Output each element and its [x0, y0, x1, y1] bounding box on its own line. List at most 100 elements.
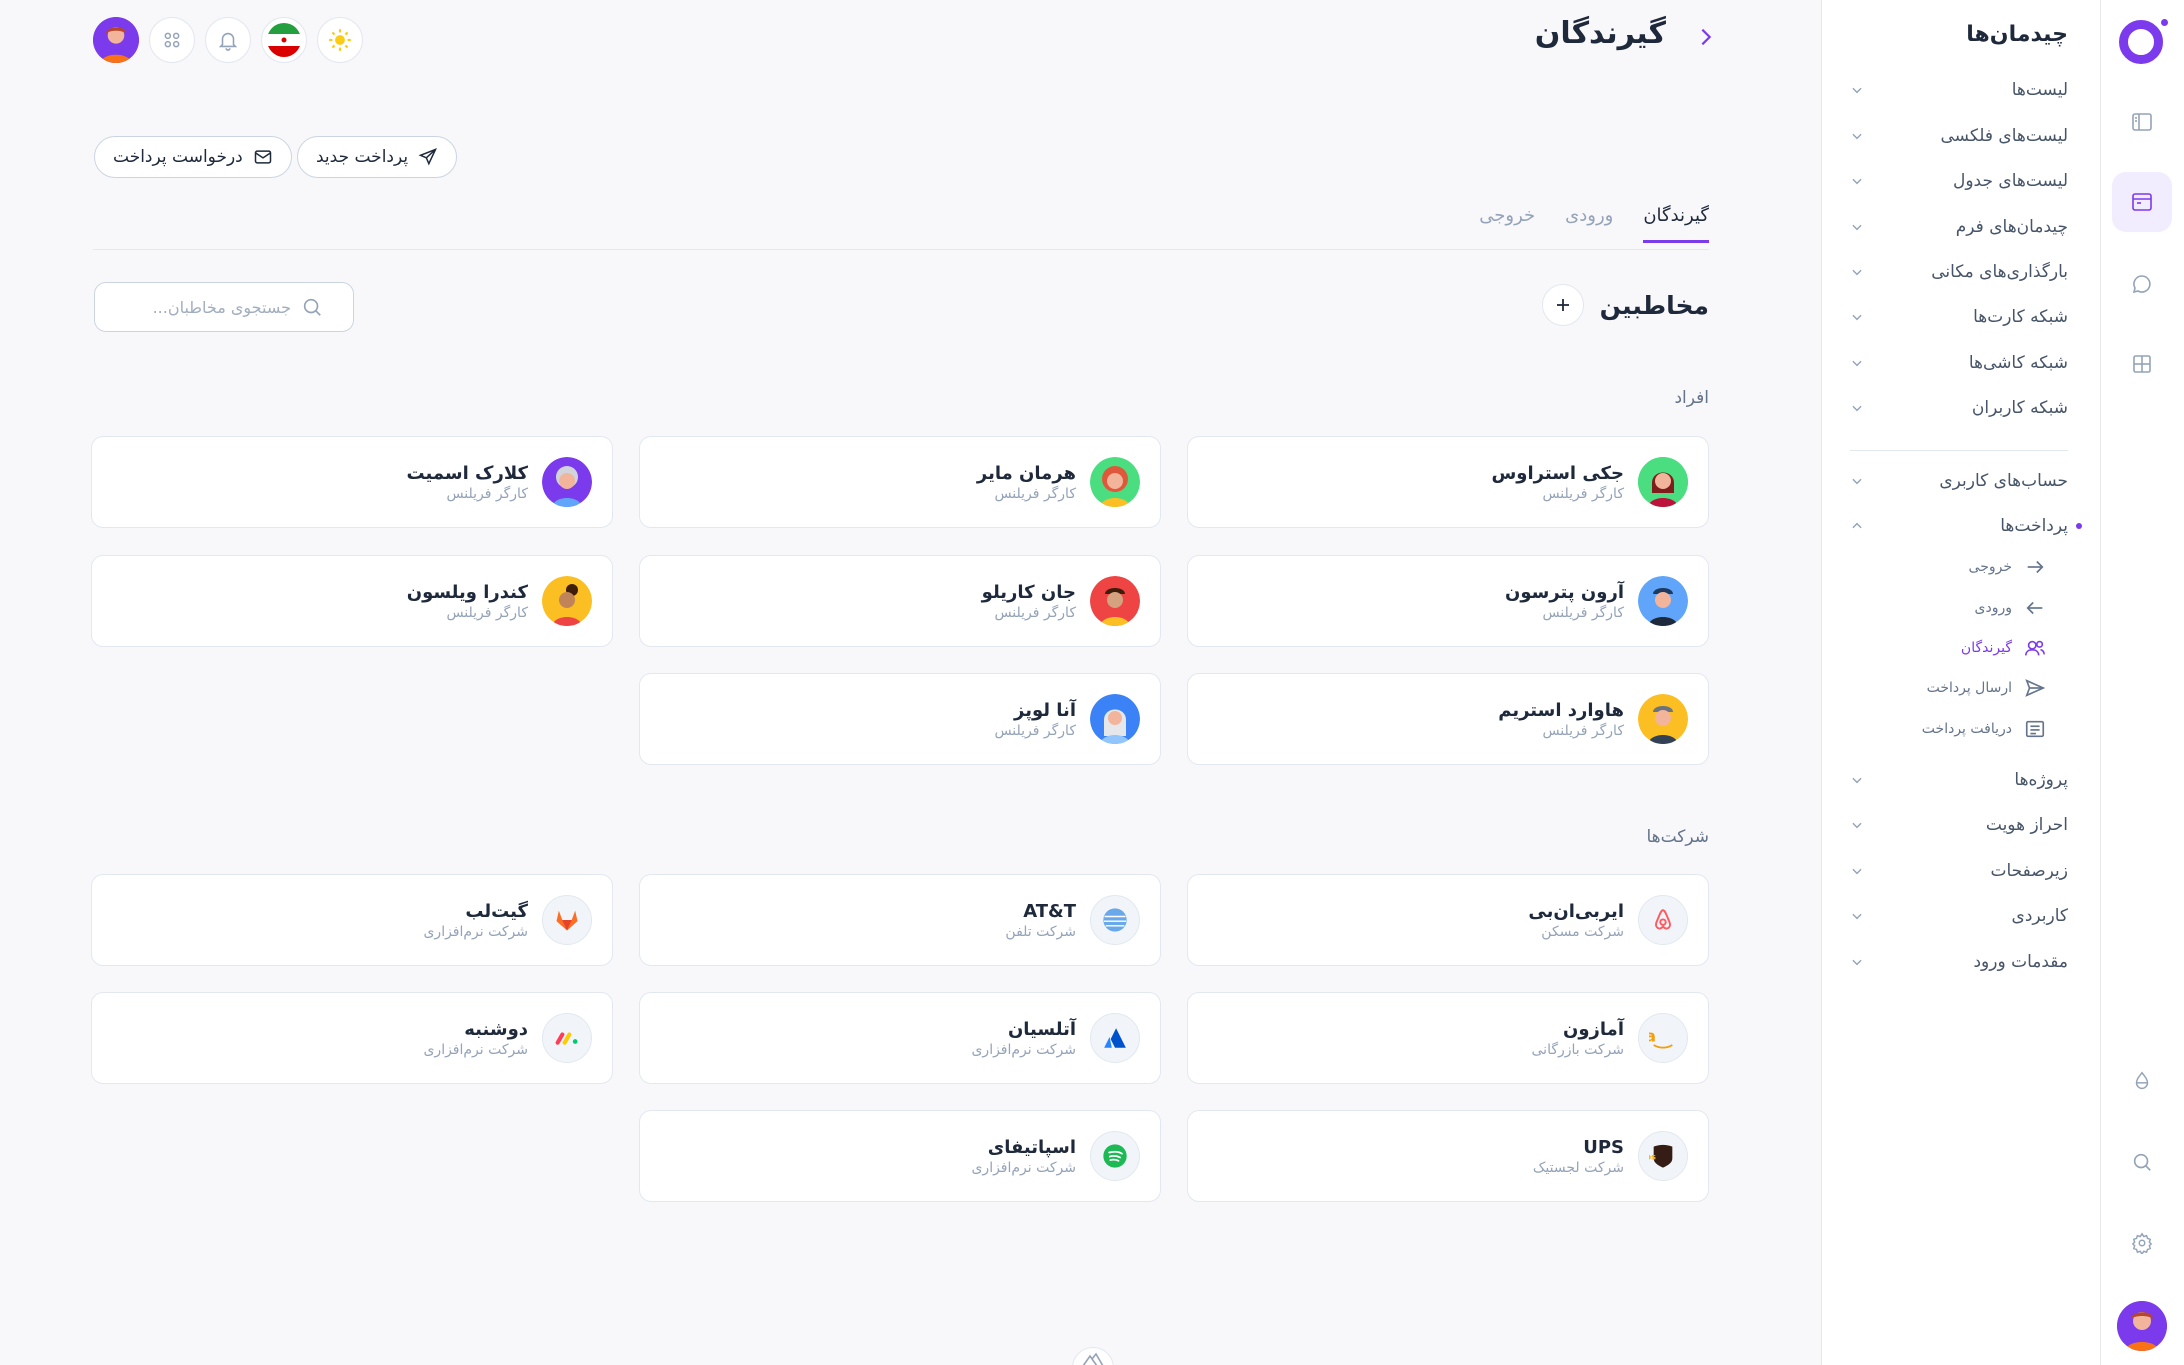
atlassian-logo-icon: [1104, 1028, 1126, 1048]
spotify-logo-icon: [1103, 1144, 1127, 1168]
sidebar-item-projects[interactable]: پروژه‌ها: [1850, 764, 2068, 796]
company-name: اسپاتیفای: [987, 1136, 1076, 1158]
contact-name: کندرا ویلسون: [406, 581, 528, 603]
users-icon: [2025, 640, 2045, 656]
sidebar-item-label: پرداخت‌ها: [2000, 516, 2068, 536]
contact-card[interactable]: هاوارد استریم کارگر فریلنس: [1187, 673, 1709, 765]
tab-incoming[interactable]: ورودی: [1565, 205, 1613, 243]
companies-section-label: شرکت‌ها: [1646, 827, 1709, 847]
rail-theme-button[interactable]: [2112, 1051, 2172, 1111]
chevron-down-icon: [1852, 777, 1862, 784]
sidebar-sub-label: گیرندگان: [1960, 640, 2012, 656]
rail-chat-button[interactable]: [2112, 254, 2172, 314]
company-card[interactable]: ایربی‌ان‌بی شرکت مسکن: [1187, 874, 1709, 966]
company-name: دوشنبه: [464, 1018, 528, 1040]
apps-button[interactable]: [149, 17, 195, 63]
sidebar-item-accounts[interactable]: حساب‌های کاربری: [1850, 465, 2068, 497]
company-card[interactable]: دوشنبه شرکت نرم‌افزاری: [91, 992, 613, 1084]
sidebar-item-flex-lists[interactable]: لیست‌های فلکسی: [1850, 120, 2068, 152]
sidebar-item-payments[interactable]: پرداخت‌ها: [1850, 510, 2068, 542]
contact-card[interactable]: آنا لوپز کارگر فریلنس: [639, 673, 1161, 765]
contact-card[interactable]: جکی استراوس کارگر فریلنس: [1187, 436, 1709, 528]
mountains-icon: [1082, 1352, 1104, 1365]
bell-icon: [218, 32, 238, 51]
gitlab-logo-icon: [556, 910, 578, 931]
contact-card[interactable]: کلارک اسمیت کارگر فریلنس: [91, 436, 613, 528]
app-logo[interactable]: [2119, 20, 2163, 64]
company-card[interactable]: a آمازون شرکت بازرگانی: [1187, 992, 1709, 1084]
gear-icon: [2131, 1232, 2153, 1254]
notifications-button[interactable]: [205, 17, 251, 63]
search-icon: [303, 298, 321, 316]
contact-name: آنا لوپز: [1014, 699, 1076, 721]
sidebar-sub-send-payment[interactable]: ارسال پرداخت: [1927, 674, 2046, 702]
sidebar-item-auth[interactable]: احراز هویت: [1850, 809, 2068, 841]
company-name: AT&T: [1023, 900, 1076, 922]
sidebar-title: چیدمان‌ها: [1966, 22, 2068, 47]
company-card[interactable]: آتلسیان شرکت نرم‌افزاری: [639, 992, 1161, 1084]
rail-search-button[interactable]: [2112, 1132, 2172, 1192]
chevron-down-icon: [1852, 360, 1862, 367]
sidebar-sub-recipients[interactable]: گیرندگان: [1961, 634, 2046, 662]
sidebar-item-table-lists[interactable]: لیست‌های جدول: [1850, 165, 2068, 197]
company-card[interactable]: اسپاتیفای شرکت نرم‌افزاری: [639, 1110, 1161, 1202]
chevron-left-icon[interactable]: [1695, 26, 1717, 48]
airbnb-logo-icon: [1655, 909, 1671, 930]
avatar: [1090, 1131, 1140, 1181]
contact-card[interactable]: آرون پترسون کارگر فریلنس: [1187, 555, 1709, 647]
tabs: گیرندگان ورودی خروجی: [1479, 205, 1709, 243]
user-avatar[interactable]: [2117, 1301, 2167, 1351]
contact-name: جان کاریلو: [981, 581, 1076, 603]
sidebar-item-label: پروژه‌ها: [2014, 770, 2068, 790]
svg-text:a: a: [1649, 1027, 1656, 1046]
sidebar-item-label: مقدمات ورود: [1973, 952, 2068, 972]
icon-rail: [2100, 0, 2184, 1365]
company-card[interactable]: گیت‌لب شرکت نرم‌افزاری: [91, 874, 613, 966]
rail-grid-button[interactable]: [2112, 334, 2172, 394]
add-contact-button[interactable]: [1541, 284, 1584, 326]
sidebar-item-tile-grid[interactable]: شبکه کاشی‌ها: [1850, 347, 2068, 379]
tab-outgoing[interactable]: خروجی: [1479, 205, 1535, 243]
new-payment-button[interactable]: پرداخت جدید: [297, 136, 458, 178]
tab-recipients[interactable]: گیرندگان: [1643, 205, 1709, 243]
avatar: [1638, 694, 1688, 744]
sidebar-item-subpages[interactable]: زیرصفحات: [1850, 855, 2068, 887]
contact-card[interactable]: هرمان مایر کارگر فریلنس: [639, 436, 1161, 528]
sidebar-item-lists[interactable]: لیست‌ها: [1850, 74, 2068, 106]
sidebar-item-user-grid[interactable]: شبکه کاربران: [1850, 392, 2068, 424]
contact-card[interactable]: جان کاریلو کارگر فریلنس: [639, 555, 1161, 647]
contact-card[interactable]: کندرا ویلسون کارگر فریلنس: [91, 555, 613, 647]
avatar: [542, 1013, 592, 1063]
sidebar-sub-receive-payment[interactable]: دریافت پرداخت: [1922, 715, 2046, 743]
sidebar-sub-outgoing[interactable]: خروجی: [1969, 553, 2046, 581]
sidebar-item-utility[interactable]: کاربردی: [1850, 900, 2068, 932]
people-section-label: افراد: [1674, 388, 1709, 408]
logo-dot: [2158, 16, 2171, 29]
new-payment-label: پرداخت جدید: [316, 147, 409, 167]
company-name: گیت‌لب: [465, 900, 528, 922]
sidebar-item-card-grid[interactable]: شبکه کارت‌ها: [1850, 301, 2068, 333]
theme-toggle-button[interactable]: [317, 17, 363, 63]
rail-settings-button[interactable]: [2112, 1213, 2172, 1273]
sidebar-sub-label: ورودی: [1974, 600, 2012, 616]
sidebar-sub-incoming[interactable]: ورودی: [1975, 594, 2046, 622]
sidebar-item-label: لیست‌ها: [2011, 80, 2068, 100]
ups-logo-icon: ups: [1649, 1144, 1673, 1168]
sidebar-sub-label: دریافت پرداخت: [1921, 721, 2012, 737]
request-payment-button[interactable]: درخواست پرداخت: [94, 136, 292, 178]
rail-layout-button[interactable]: [2112, 92, 2172, 152]
bottom-panel-toggle[interactable]: [1072, 1347, 1114, 1365]
company-card[interactable]: ups UPS شرکت لجستیک: [1187, 1110, 1709, 1202]
avatar: [542, 457, 592, 507]
sidebar-item-placeholders[interactable]: بارگذاری‌های مکانی: [1850, 256, 2068, 288]
header-avatar[interactable]: [93, 17, 139, 63]
avatar: [1090, 457, 1140, 507]
search-input[interactable]: [111, 297, 291, 317]
sidebar-item-form-layouts[interactable]: چیدمان‌های فرم: [1850, 211, 2068, 243]
chevron-up-icon: [1852, 522, 1862, 529]
company-card[interactable]: AT&T شرکت تلفن: [639, 874, 1161, 966]
sidebar-item-onboarding[interactable]: مقدمات ورود: [1850, 946, 2068, 978]
contact-name: جکی استراوس: [1491, 462, 1624, 484]
rail-pages-button[interactable]: [2112, 172, 2172, 232]
language-button[interactable]: [261, 17, 307, 63]
